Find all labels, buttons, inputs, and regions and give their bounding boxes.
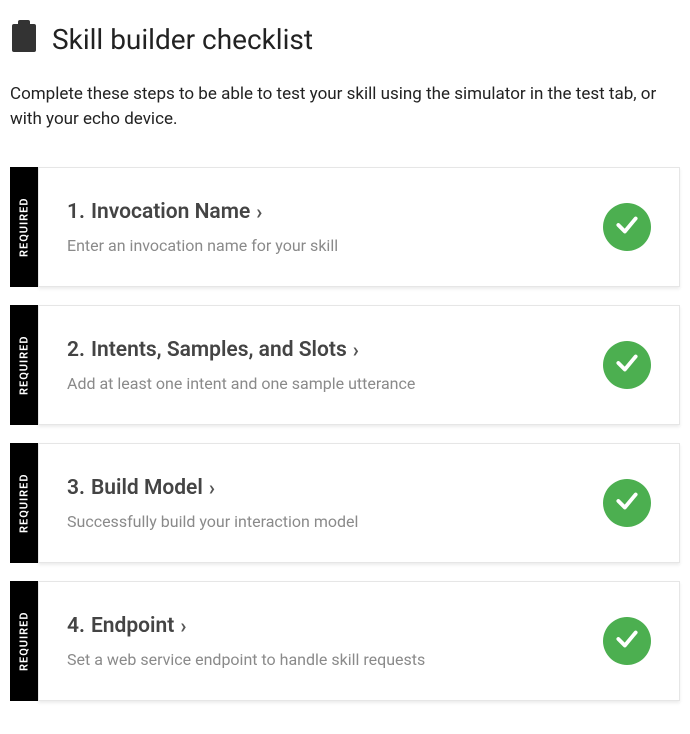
checklist-card[interactable]: 1. Invocation Name › Enter an invocation… [38,167,680,287]
chevron-right-icon: › [180,614,186,638]
item-title: Build Model [91,476,203,500]
status-complete-badge [603,341,651,389]
checklist-item-invocation: REQUIRED 1. Invocation Name › Enter an i… [10,167,680,287]
item-number: 2. [67,338,85,362]
page-title: Skill builder checklist [52,23,313,56]
card-text: 2. Intents, Samples, and Slots › Add at … [67,338,587,393]
required-label: REQUIRED [10,581,38,701]
item-description: Successfully build your interaction mode… [67,512,587,531]
check-icon [614,212,640,242]
item-title: Endpoint [91,614,174,638]
checklist-item-intents: REQUIRED 2. Intents, Samples, and Slots … [10,305,680,425]
card-text: 4. Endpoint › Set a web service endpoint… [67,614,587,669]
intro-text: Complete these steps to be able to test … [10,82,670,131]
required-label: REQUIRED [10,443,38,563]
card-title-link[interactable]: 3. Build Model › [67,476,587,500]
card-title-link[interactable]: 1. Invocation Name › [67,200,587,224]
check-icon [614,626,640,656]
checklist-card[interactable]: 4. Endpoint › Set a web service endpoint… [38,581,680,701]
checklist-card[interactable]: 3. Build Model › Successfully build your… [38,443,680,563]
status-complete-badge [603,203,651,251]
item-description: Enter an invocation name for your skill [67,236,587,255]
page-header: Skill builder checklist [10,20,680,58]
check-icon [614,488,640,518]
card-text: 1. Invocation Name › Enter an invocation… [67,200,587,255]
card-title-link[interactable]: 2. Intents, Samples, and Slots › [67,338,587,362]
item-title: Intents, Samples, and Slots [91,338,347,362]
chevron-right-icon: › [353,338,359,362]
card-text: 3. Build Model › Successfully build your… [67,476,587,531]
item-title: Invocation Name [91,200,250,224]
item-description: Add at least one intent and one sample u… [67,374,587,393]
item-number: 4. [67,614,85,638]
status-complete-badge [603,617,651,665]
status-complete-badge [603,479,651,527]
item-description: Set a web service endpoint to handle ski… [67,650,587,669]
chevron-right-icon: › [209,476,215,500]
checklist-item-build: REQUIRED 3. Build Model › Successfully b… [10,443,680,563]
checklist-item-endpoint: REQUIRED 4. Endpoint › Set a web service… [10,581,680,701]
checklist: REQUIRED 1. Invocation Name › Enter an i… [10,167,680,701]
required-label: REQUIRED [10,167,38,287]
checklist-card[interactable]: 2. Intents, Samples, and Slots › Add at … [38,305,680,425]
card-title-link[interactable]: 4. Endpoint › [67,614,587,638]
chevron-right-icon: › [256,200,262,224]
item-number: 3. [67,476,85,500]
item-number: 1. [67,200,85,224]
required-label: REQUIRED [10,305,38,425]
check-icon [614,350,640,380]
clipboard-icon [10,20,38,58]
